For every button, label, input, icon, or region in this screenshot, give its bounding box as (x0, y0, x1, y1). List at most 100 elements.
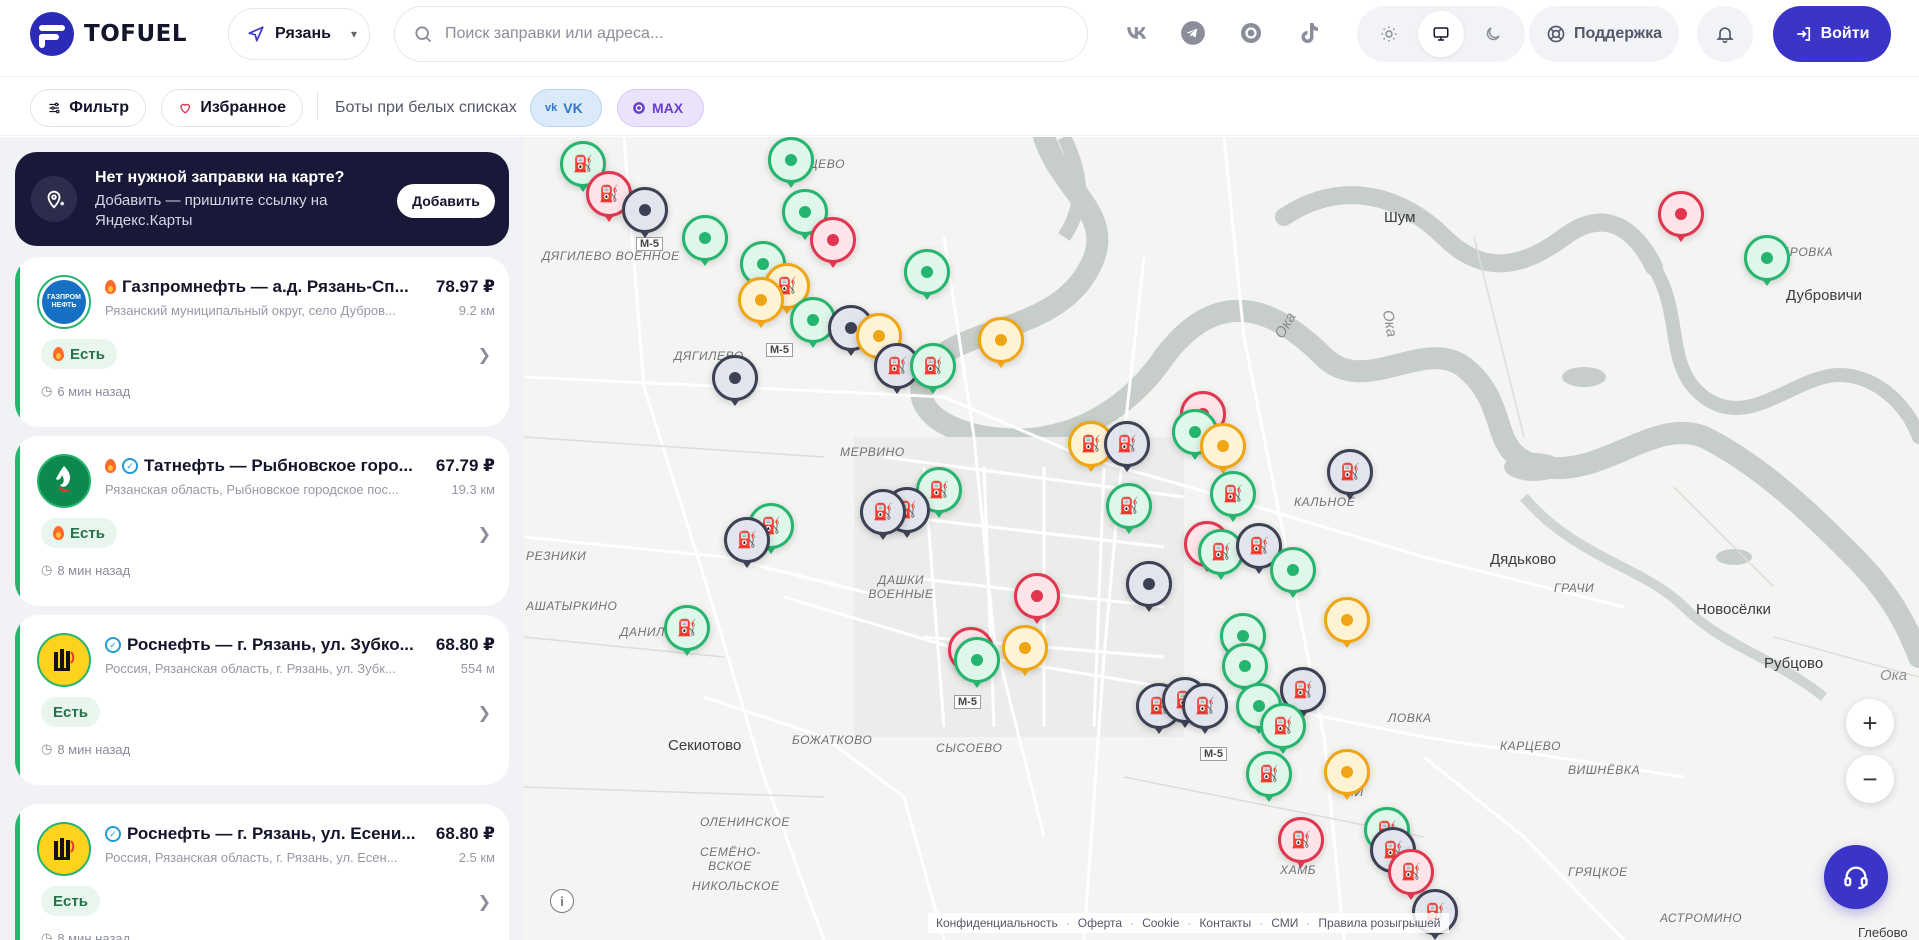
chevron-right-icon[interactable]: ❯ (478, 524, 491, 544)
station-marker[interactable] (1744, 235, 1790, 286)
theme-light-button[interactable] (1366, 11, 1412, 57)
station-marker[interactable] (1324, 749, 1370, 800)
bot-vk-button[interactable]: vk VK (530, 89, 602, 127)
login-label: Войти (1820, 25, 1870, 42)
station-marker[interactable]: ⛽ (1260, 703, 1306, 754)
chevron-right-icon[interactable]: ❯ (478, 703, 491, 723)
location-arrow-icon (248, 26, 264, 42)
max-icon (633, 102, 645, 114)
sliders-icon (49, 102, 60, 114)
station-marker[interactable] (1014, 573, 1060, 624)
clock-icon: ◷ (41, 383, 53, 398)
zoom-out-button[interactable]: − (1846, 755, 1894, 803)
support-chat-button[interactable] (1824, 845, 1888, 909)
station-card[interactable]: ✓ Роснефть — г. Рязань, ул. Есени... 68.… (15, 804, 509, 940)
place-label: СЕМЁНО- ВСКОЕ (700, 845, 761, 873)
place-label: НИКОЛЬСКОЕ (692, 879, 780, 893)
footer-link[interactable]: Контакты (1199, 916, 1251, 930)
verified-icon: ✓ (122, 458, 138, 474)
logo[interactable]: TOFUEL (30, 12, 187, 56)
footer-link[interactable]: Конфиденциальность (936, 916, 1058, 930)
station-marker[interactable] (1222, 643, 1268, 694)
station-marker[interactable]: ⛽ (1246, 751, 1292, 802)
station-marker[interactable]: ⛽ (1104, 421, 1150, 472)
station-marker[interactable] (712, 355, 758, 406)
station-marker[interactable]: ⛽ (1210, 471, 1256, 522)
footer-link[interactable]: СМИ (1271, 916, 1298, 930)
fuel-pump-icon: ⛽ (1273, 718, 1293, 735)
monitor-icon (1433, 27, 1449, 41)
max-icon[interactable] (1236, 18, 1266, 48)
stations-sidebar[interactable]: Нет нужной заправки на карте? Добавить —… (0, 137, 524, 940)
place-label: Глебово (1858, 925, 1908, 940)
login-button[interactable]: Войти (1773, 6, 1891, 62)
station-marker[interactable]: ⛽ (724, 517, 770, 568)
filter-button[interactable]: Фильтр (30, 89, 146, 127)
banner-text: Добавить — пришлите ссылку на Яндекс.Кар… (95, 192, 328, 229)
footer-link[interactable]: Правила розыгрышей (1318, 916, 1440, 930)
station-marker[interactable]: ⛽ (860, 489, 906, 540)
fuel-pump-icon: ⛽ (573, 156, 593, 173)
fuel-pump-icon: ⛽ (1081, 436, 1101, 453)
station-card[interactable]: ГАЗПРОМ НЕФТЬ Газпромнефть — а.д. Рязань… (15, 257, 509, 427)
station-marker[interactable]: ⛽ (910, 343, 956, 394)
station-marker[interactable] (1324, 597, 1370, 648)
station-marker[interactable] (978, 317, 1024, 368)
search-icon (415, 26, 432, 43)
map-canvas[interactable]: ДЯГИЛЕВО ВОЕННОЕ ДЯГИЛЕВО МЕРВИНО РЕЗНИК… (524, 137, 1919, 940)
station-marker[interactable] (1200, 423, 1246, 474)
station-marker[interactable]: ⛽ (664, 605, 710, 656)
station-marker[interactable]: ⛽ (1388, 849, 1434, 900)
station-marker[interactable] (1658, 191, 1704, 242)
bot-max-button[interactable]: MAX (617, 89, 704, 127)
add-station-button[interactable]: Добавить (397, 184, 495, 218)
river-label: Ока (1880, 667, 1908, 684)
station-marker[interactable] (810, 217, 856, 268)
station-marker[interactable] (1126, 561, 1172, 612)
station-marker[interactable] (1002, 625, 1048, 676)
favorites-button[interactable]: Избранное (161, 89, 303, 127)
station-card[interactable]: ✓ Роснефть — г. Рязань, ул. Зубко... 68.… (15, 615, 509, 785)
theme-system-button[interactable] (1418, 11, 1464, 57)
map-info-button[interactable]: i (550, 889, 574, 913)
bot-max-label: MAX (652, 100, 684, 116)
station-marker[interactable] (954, 637, 1000, 688)
map-pin-plus-icon (31, 176, 77, 222)
station-distance: 9.2 км (458, 303, 495, 318)
station-marker[interactable] (904, 249, 950, 300)
notifications-button[interactable] (1697, 6, 1753, 62)
fire-icon (53, 347, 64, 361)
station-marker[interactable] (1270, 547, 1316, 598)
station-marker[interactable] (682, 215, 728, 266)
station-marker[interactable]: ⛽ (1327, 449, 1373, 500)
footer-link[interactable]: Оферта (1078, 916, 1122, 930)
update-time: ◷ 8 мин назад (41, 741, 131, 757)
fuel-pump-icon: ⛽ (1291, 832, 1311, 849)
search-bar[interactable] (394, 6, 1088, 62)
station-marker[interactable]: ⛽ (1106, 483, 1152, 534)
chevron-right-icon[interactable]: ❯ (478, 345, 491, 365)
telegram-icon[interactable] (1178, 18, 1208, 48)
station-marker[interactable]: ⛽ (1182, 683, 1228, 734)
place-label: ДЯГИЛЕВО ВОЕННОЕ (542, 249, 680, 263)
chevron-down-icon: ▾ (350, 27, 357, 41)
footer-link[interactable]: Cookie (1142, 916, 1179, 930)
chevron-right-icon[interactable]: ❯ (478, 892, 491, 912)
place-label: ОЛЕНИНСКОЕ (700, 815, 791, 829)
fire-icon (105, 459, 116, 473)
theme-dark-button[interactable] (1470, 11, 1516, 57)
station-marker[interactable] (738, 277, 784, 328)
station-card[interactable]: ✓ Татнефть — Рыбновское горо... 67.79 ₽ … (15, 436, 509, 606)
city-selector[interactable]: Рязань ▾ (228, 8, 370, 60)
station-title: Газпромнефть — а.д. Рязань-Сп... (105, 277, 435, 297)
search-input[interactable] (445, 25, 1045, 43)
support-button[interactable]: Поддержка (1529, 6, 1679, 62)
station-marker[interactable] (622, 187, 668, 238)
vk-icon[interactable] (1122, 18, 1152, 48)
zoom-in-button[interactable]: + (1846, 699, 1894, 747)
tiktok-icon[interactable] (1294, 18, 1324, 48)
fire-icon (53, 526, 64, 540)
station-marker[interactable] (768, 137, 814, 188)
station-price: 67.79 ₽ (435, 456, 495, 475)
station-marker[interactable]: ⛽ (1278, 817, 1324, 868)
